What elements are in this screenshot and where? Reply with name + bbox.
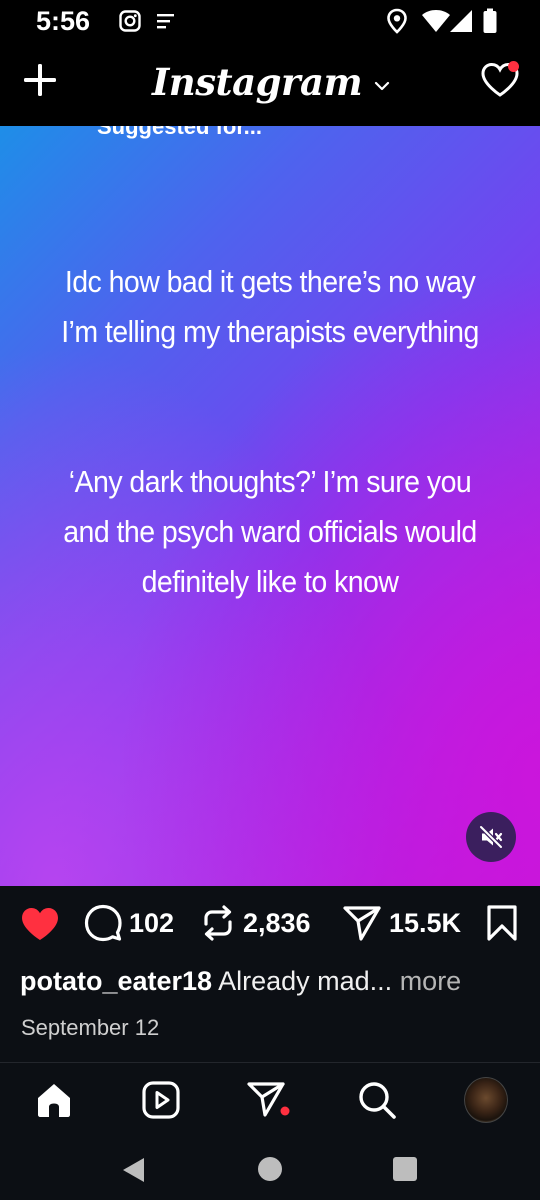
caption-username[interactable]: potato_eater18	[20, 966, 212, 996]
save-button[interactable]	[486, 904, 518, 942]
like-button[interactable]	[20, 906, 60, 942]
post-caption: potato_eater18 Already mad... more	[20, 966, 525, 997]
share-button[interactable]: 15.5K	[342, 904, 461, 942]
app-header: Instagram	[0, 44, 540, 126]
caption-text: Already mad...	[218, 966, 393, 996]
signal-icon	[450, 10, 472, 32]
repost-count: 2,836	[243, 907, 311, 938]
home-circle-icon[interactable]	[257, 1156, 283, 1182]
nav-home[interactable]	[32, 1078, 76, 1122]
home-icon	[38, 1084, 70, 1117]
direct-icon	[247, 1082, 290, 1117]
muted-speaker-icon	[478, 824, 504, 850]
bottom-nav	[0, 1063, 540, 1138]
share-count: 15.5K	[389, 907, 462, 938]
notes-icon	[157, 14, 174, 29]
comment-icon	[84, 904, 122, 942]
nav-reels[interactable]	[139, 1078, 183, 1122]
nav-profile[interactable]	[464, 1077, 508, 1123]
suggested-label: Suggested for...	[97, 126, 263, 139]
comment-button[interactable]: 102	[84, 904, 174, 942]
back-icon[interactable]	[120, 1155, 148, 1185]
plus-icon[interactable]	[20, 60, 60, 100]
heart-filled-icon	[22, 908, 58, 940]
post-text-top: Idc how bad it gets there’s no way I’m t…	[61, 264, 479, 349]
post-date: September 12	[21, 1015, 160, 1040]
nav-direct[interactable]	[246, 1078, 290, 1122]
system-nav-bar	[0, 1138, 540, 1200]
recents-icon[interactable]	[392, 1156, 418, 1182]
repost-button[interactable]: 2,836	[200, 904, 311, 942]
location-icon	[387, 8, 407, 34]
search-icon	[359, 1082, 396, 1119]
chevron-down-icon	[374, 81, 390, 91]
share-icon	[343, 906, 381, 941]
battery-icon	[483, 8, 497, 33]
bookmark-icon	[487, 905, 517, 941]
instagram-logo: Instagram	[152, 60, 363, 104]
post-actions: 102 2,836 15.5K	[0, 886, 540, 966]
post-media[interactable]: Suggested for... Idc how bad it gets the…	[0, 126, 540, 886]
mute-button[interactable]	[466, 812, 516, 862]
reels-icon	[142, 1081, 180, 1119]
feed-switcher[interactable]: Instagram	[152, 54, 390, 110]
repost-icon	[204, 905, 232, 941]
profile-avatar	[464, 1077, 508, 1123]
caption-more-link[interactable]: more	[400, 966, 462, 996]
wifi-icon	[422, 10, 450, 32]
post-text-bottom: ‘Any dark thoughts?’ I’m sure you and th…	[63, 464, 477, 599]
status-bar: 5:56	[0, 0, 540, 44]
nav-search[interactable]	[355, 1078, 399, 1122]
status-time: 5:56	[36, 6, 91, 36]
notification-dot	[508, 61, 519, 72]
comment-count: 102	[129, 907, 175, 938]
instagram-status-icon	[119, 10, 141, 32]
